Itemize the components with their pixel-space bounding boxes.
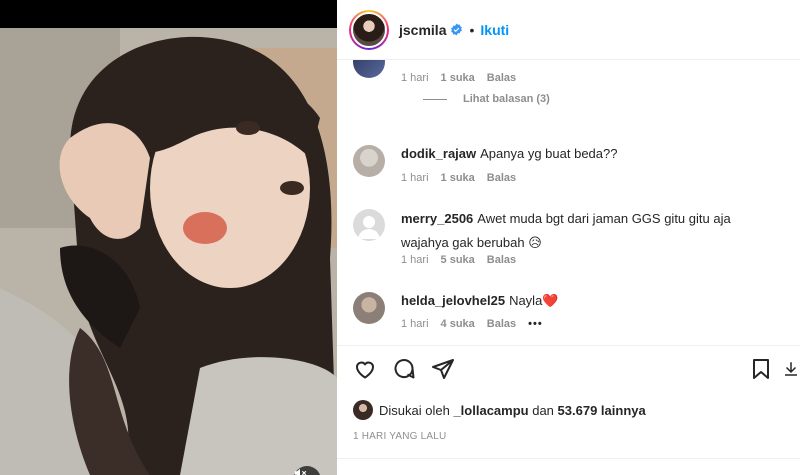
comment-item: merry_2506 Awet muda bgt dari jaman GGS g… [353, 209, 793, 279]
comment-like-count[interactable]: 1 suka [441, 72, 475, 84]
comment-like-count[interactable]: 4 suka [441, 318, 475, 330]
comment-item: 1 hari 1 suka Balas Lihat balasan (3) [353, 60, 793, 116]
comment-like-count[interactable]: 1 suka [441, 172, 475, 184]
post-details: jscmila • Ikuti 1 hari 1 suka Balas Liha… [337, 0, 800, 475]
reply-button[interactable]: Balas [487, 254, 516, 266]
download-icon [785, 362, 797, 376]
comment-time[interactable]: 1 hari [401, 72, 429, 84]
verified-badge-icon [450, 23, 463, 36]
likes-prefix: Disukai oleh [379, 402, 450, 418]
view-replies-button[interactable]: Lihat balasan (3) [423, 93, 550, 105]
liker-username[interactable]: _lollacampu [453, 403, 528, 418]
post-timestamp[interactable]: 1 HARI YANG LALU [353, 431, 446, 442]
liker-avatar [353, 400, 373, 420]
reply-button[interactable]: Balas [487, 172, 516, 184]
comment-meta: 1 hari 5 suka Balas [401, 254, 516, 266]
photo-illustration [0, 28, 337, 475]
comment-time[interactable]: 1 hari [401, 318, 429, 330]
speaker-muted-icon [294, 468, 307, 475]
author-username[interactable]: jscmila [399, 22, 446, 38]
comment-text: Nayla❤️ [509, 293, 559, 308]
header-separator: • [469, 21, 475, 38]
commenter-avatar[interactable] [353, 145, 385, 177]
commenter-avatar-default[interactable] [353, 209, 385, 241]
like-button[interactable] [351, 355, 379, 383]
comment-meta: 1 hari 1 suka Balas [401, 72, 516, 84]
likes-summary[interactable]: Disukai oleh _lollacampu dan 53.679 lain… [353, 400, 646, 420]
download-button[interactable] [782, 355, 800, 383]
media-topbar [0, 0, 337, 28]
comment-item: dodik_rajaw Apanya yg buat beda?? 1 hari … [353, 145, 793, 195]
comments-list[interactable]: 1 hari 1 suka Balas Lihat balasan (3) do… [337, 60, 800, 345]
author-avatar[interactable] [349, 9, 389, 50]
commenter-avatar[interactable] [353, 60, 385, 78]
comment-time[interactable]: 1 hari [401, 254, 429, 266]
comment-username[interactable]: dodik_rajaw [401, 146, 476, 161]
post-header: jscmila • Ikuti [337, 0, 800, 60]
comment-text: Apanya yg buat beda?? [480, 146, 618, 161]
save-button[interactable] [747, 355, 775, 383]
replies-divider [423, 98, 447, 100]
share-button[interactable] [429, 355, 457, 383]
comment-item: helda_jelovhel25 Nayla❤️ 1 hari 4 suka Ba… [353, 292, 793, 342]
default-user-icon [358, 216, 380, 239]
post-photo[interactable] [0, 28, 337, 475]
likes-middle: dan [532, 402, 554, 418]
comment-body: dodik_rajaw Apanya yg buat beda?? [401, 143, 781, 165]
comment-time[interactable]: 1 hari [401, 172, 429, 184]
reply-button[interactable]: Balas [487, 72, 516, 84]
paper-plane-icon [432, 359, 454, 379]
comment-username[interactable]: helda_jelovhel25 [401, 293, 505, 308]
comment-meta: 1 hari 4 suka Balas ••• [401, 318, 543, 330]
likes-count[interactable]: 53.679 lainnya [558, 403, 646, 418]
comment-body: helda_jelovhel25 Nayla❤️ [401, 290, 781, 312]
comment-button[interactable] [390, 355, 418, 383]
comment-body: merry_2506 Awet muda bgt dari jaman GGS g… [401, 207, 781, 255]
more-options-icon[interactable]: ••• [528, 318, 543, 330]
reply-button[interactable]: Balas [487, 318, 516, 330]
comment-bubble-icon [394, 359, 415, 379]
heart-icon [355, 361, 375, 379]
commenter-avatar[interactable] [353, 292, 385, 324]
actions-divider [337, 345, 800, 346]
author-avatar-image [351, 11, 387, 48]
comment-username[interactable]: merry_2506 [401, 211, 473, 226]
follow-button[interactable]: Ikuti [480, 22, 509, 38]
comment-meta: 1 hari 1 suka Balas [401, 172, 516, 184]
post-media[interactable] [0, 0, 337, 475]
view-replies-label: Lihat balasan (3) [463, 93, 550, 105]
action-bar [337, 355, 800, 385]
comment-like-count[interactable]: 5 suka [441, 254, 475, 266]
bookmark-icon [753, 359, 769, 379]
bottom-divider [337, 458, 800, 459]
